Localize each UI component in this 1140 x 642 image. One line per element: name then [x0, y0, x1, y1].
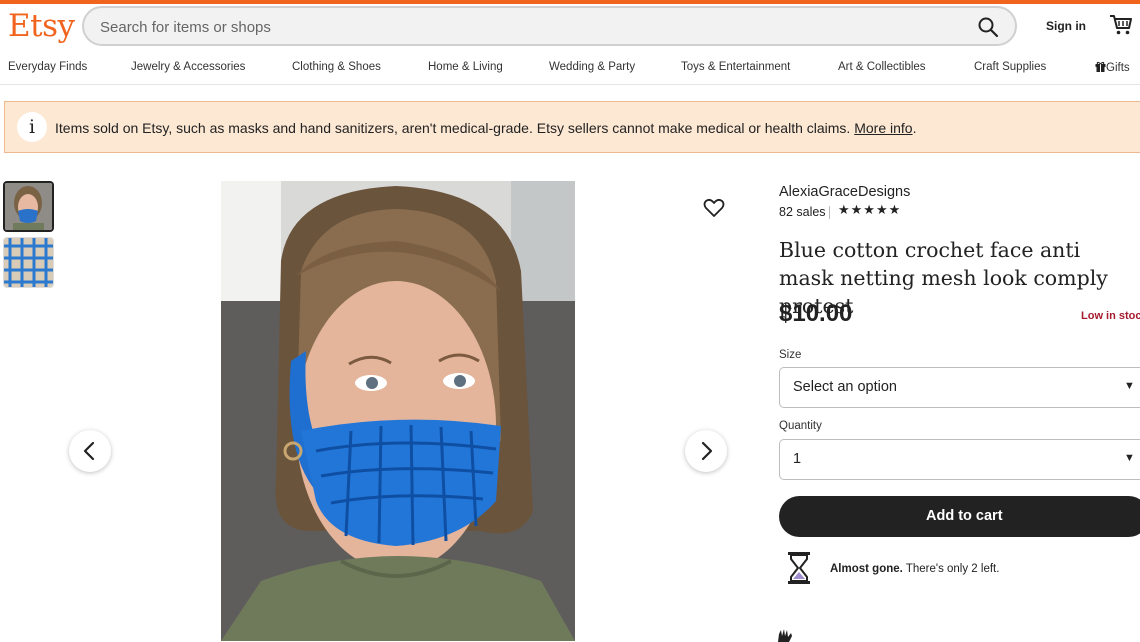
cart-icon[interactable]	[1109, 14, 1133, 36]
shop-name-link[interactable]: AlexiaGraceDesigns	[779, 184, 910, 200]
notice-text: Items sold on Etsy, such as masks and ha…	[55, 120, 916, 136]
thumbnail-face-image	[5, 183, 52, 230]
notice-message: Items sold on Etsy, such as masks and ha…	[55, 120, 851, 136]
quantity-select-value: 1	[793, 451, 802, 467]
listing-thumbnail-1[interactable]	[3, 181, 54, 232]
almost-gone-detail: There's only 2 left.	[902, 563, 1000, 575]
listing-main-photo[interactable]	[221, 181, 575, 641]
heart-icon[interactable]	[703, 198, 725, 218]
nav-jewelry-accessories[interactable]: Jewelry & Accessories	[131, 61, 245, 73]
almost-gone-label: Almost gone.	[830, 563, 903, 575]
sales-count: 82 sales	[779, 205, 826, 219]
category-nav: Everyday Finds Jewelry & Accessories Clo…	[0, 56, 1140, 85]
listing-thumbnail-2[interactable]	[3, 237, 54, 288]
medical-notice-banner: i Items sold on Etsy, such as masks and …	[4, 101, 1140, 153]
quantity-select[interactable]: 1 ▼	[779, 439, 1140, 480]
gift-icon	[1095, 61, 1106, 72]
listing-price: $10.00	[779, 300, 853, 327]
etsy-logo[interactable]: Etsy	[8, 6, 75, 46]
search-bar[interactable]	[82, 6, 1017, 46]
nav-clothing-shoes[interactable]: Clothing & Shoes	[292, 61, 381, 73]
chevron-right-icon	[701, 441, 713, 461]
quantity-label: Quantity	[779, 420, 822, 432]
nav-craft-supplies[interactable]: Craft Supplies	[974, 61, 1046, 73]
caret-down-icon: ▼	[1124, 452, 1135, 464]
woman-wearing-crochet-mask-image	[221, 181, 575, 641]
star-rating[interactable]: ★★★★★	[838, 202, 901, 218]
size-label: Size	[779, 349, 802, 361]
chevron-left-icon	[83, 441, 95, 461]
almost-gone-message: Almost gone. There's only 2 left.	[830, 563, 999, 575]
caret-down-icon: ▼	[1124, 380, 1135, 392]
search-input[interactable]	[98, 8, 962, 46]
add-to-cart-button[interactable]: Add to cart	[779, 496, 1140, 537]
nav-art-collectibles[interactable]: Art & Collectibles	[838, 61, 926, 73]
nav-wedding-party[interactable]: Wedding & Party	[549, 61, 635, 73]
low-stock-badge: Low in stoc	[1081, 310, 1140, 322]
thumbnail-mesh-image	[4, 238, 53, 287]
notice-period: .	[912, 120, 917, 136]
sales-divider	[829, 206, 830, 219]
handmade-hand-icon	[778, 629, 792, 642]
previous-image-button[interactable]	[69, 430, 111, 472]
add-to-cart-label: Add to cart	[926, 508, 1003, 524]
more-info-link[interactable]: More info	[854, 120, 912, 136]
nav-toys-entertainment[interactable]: Toys & Entertainment	[681, 61, 790, 73]
size-select[interactable]: Select an option ▼	[779, 367, 1140, 408]
next-image-button[interactable]	[685, 430, 727, 472]
nav-gifts[interactable]: Gifts	[1095, 61, 1130, 74]
nav-everyday-finds[interactable]: Everyday Finds	[8, 61, 87, 73]
hourglass-icon	[788, 552, 810, 584]
nav-gifts-label: Gifts	[1106, 62, 1130, 74]
brand-accent-bar	[0, 0, 1140, 4]
sign-in-link[interactable]: Sign in	[1046, 19, 1086, 33]
size-select-value: Select an option	[793, 379, 897, 395]
search-icon[interactable]	[977, 16, 999, 38]
info-icon: i	[17, 112, 47, 142]
nav-home-living[interactable]: Home & Living	[428, 61, 503, 73]
